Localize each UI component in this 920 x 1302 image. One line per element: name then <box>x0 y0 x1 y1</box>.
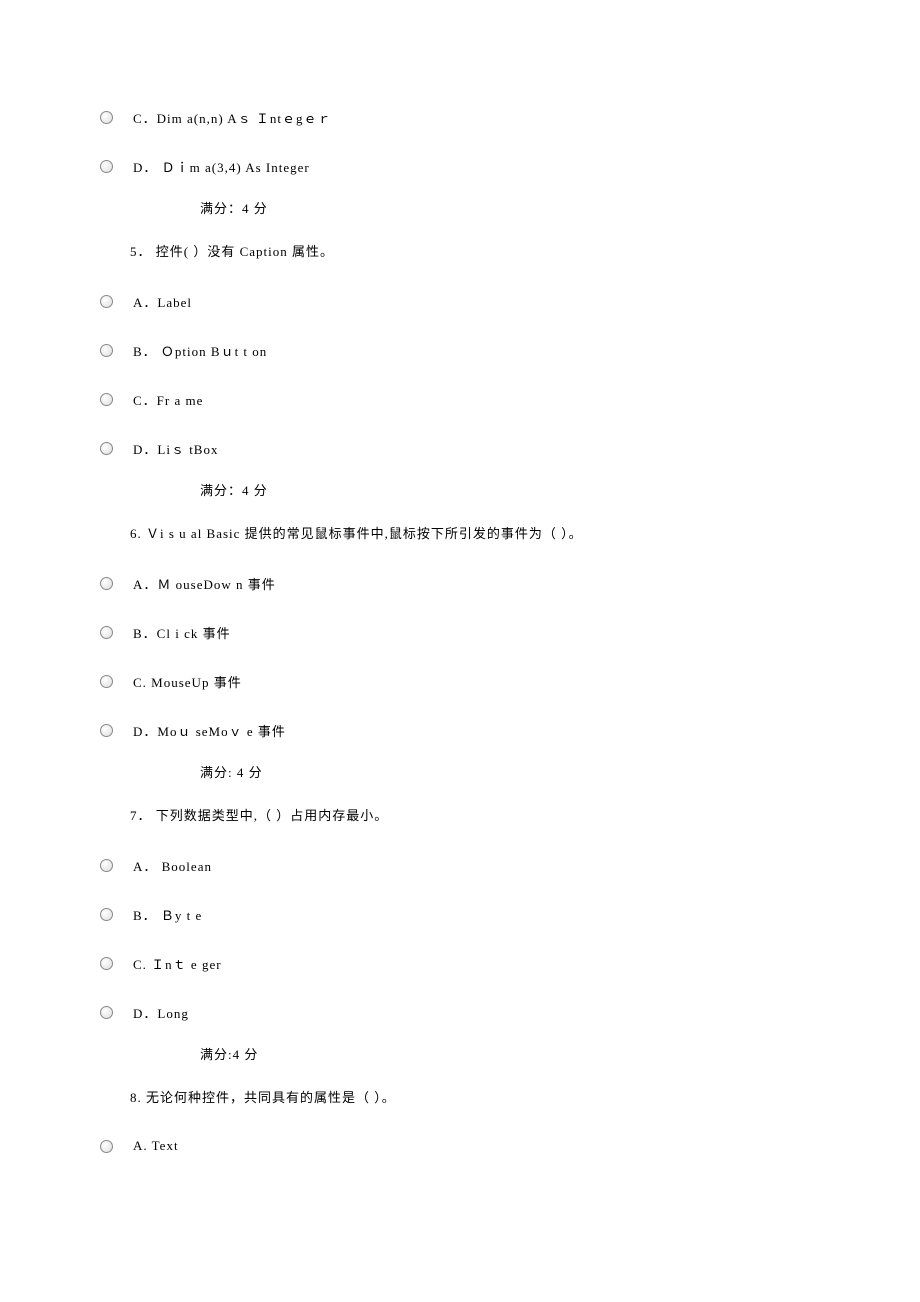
radio-icon <box>100 957 113 970</box>
q7-option-a[interactable]: A． Boolean <box>0 848 920 883</box>
score-text: 满分：4 分 <box>0 198 920 217</box>
score-text: 满分：4 分 <box>0 480 920 499</box>
option-label: C．Dim a(n,n) Aｓ Ｉntｅgｅｒ <box>133 108 332 127</box>
option-label: C. MouseUp 事件 <box>133 672 242 691</box>
option-label: A．Label <box>133 292 192 311</box>
option-label: A. Text <box>133 1138 179 1154</box>
option-label: A． Boolean <box>133 856 212 875</box>
radio-icon <box>100 111 113 124</box>
radio-icon <box>100 160 113 173</box>
option-label: A．Ｍ ouseDow n 事件 <box>133 574 276 593</box>
option-label: D．Long <box>133 1003 189 1022</box>
q7-option-c[interactable]: C. Ｉnｔ e ger <box>0 946 920 981</box>
q5-option-d[interactable]: D．Liｓ tBox <box>0 431 920 466</box>
radio-icon <box>100 344 113 357</box>
q5-option-b[interactable]: B． Ｏption Bｕt t on <box>0 333 920 368</box>
radio-icon <box>100 393 113 406</box>
option-label: B． Ｂy t e <box>133 905 202 924</box>
radio-icon <box>100 724 113 737</box>
score-text: 满分:4 分 <box>0 1044 920 1063</box>
question-8: 8. 无论何种控件，共同具有的属性是（ ）。 <box>0 1087 920 1106</box>
radio-icon <box>100 908 113 921</box>
q7-option-d[interactable]: D．Long <box>0 995 920 1030</box>
option-label: D． Ｄｉm a(3,4) As Integer <box>133 157 310 176</box>
question-6: 6. Ｖi s u al Basic 提供的常见鼠标事件中,鼠标按下所引发的事件… <box>0 523 920 542</box>
option-label: D．Moｕ seMoｖ e 事件 <box>133 721 286 740</box>
radio-icon <box>100 295 113 308</box>
option-label: B． Ｏption Bｕt t on <box>133 341 267 360</box>
q6-option-c[interactable]: C. MouseUp 事件 <box>0 664 920 699</box>
q6-option-d[interactable]: D．Moｕ seMoｖ e 事件 <box>0 713 920 748</box>
q8-option-a[interactable]: A. Text <box>0 1130 920 1162</box>
radio-icon <box>100 577 113 590</box>
q5-option-c[interactable]: C．Fr a me <box>0 382 920 417</box>
radio-icon <box>100 1140 113 1153</box>
q5-option-a[interactable]: A．Label <box>0 284 920 319</box>
q6-option-a[interactable]: A．Ｍ ouseDow n 事件 <box>0 566 920 601</box>
radio-icon <box>100 626 113 639</box>
option-label: C．Fr a me <box>133 390 203 409</box>
option-label: C. Ｉnｔ e ger <box>133 954 222 973</box>
question-5: 5． 控件( ）没有 Caption 属性。 <box>0 241 920 260</box>
option-label: B．Cl i ck 事件 <box>133 623 231 642</box>
radio-icon <box>100 442 113 455</box>
q7-option-b[interactable]: B． Ｂy t e <box>0 897 920 932</box>
option-label: D．Liｓ tBox <box>133 439 218 458</box>
radio-icon <box>100 859 113 872</box>
question-7: 7． 下列数据类型中,（ ）占用内存最小。 <box>0 805 920 824</box>
score-text: 满分: 4 分 <box>0 762 920 781</box>
option-c[interactable]: C．Dim a(n,n) Aｓ Ｉntｅgｅｒ <box>0 100 920 135</box>
q6-option-b[interactable]: B．Cl i ck 事件 <box>0 615 920 650</box>
option-d[interactable]: D． Ｄｉm a(3,4) As Integer <box>0 149 920 184</box>
radio-icon <box>100 675 113 688</box>
radio-icon <box>100 1006 113 1019</box>
